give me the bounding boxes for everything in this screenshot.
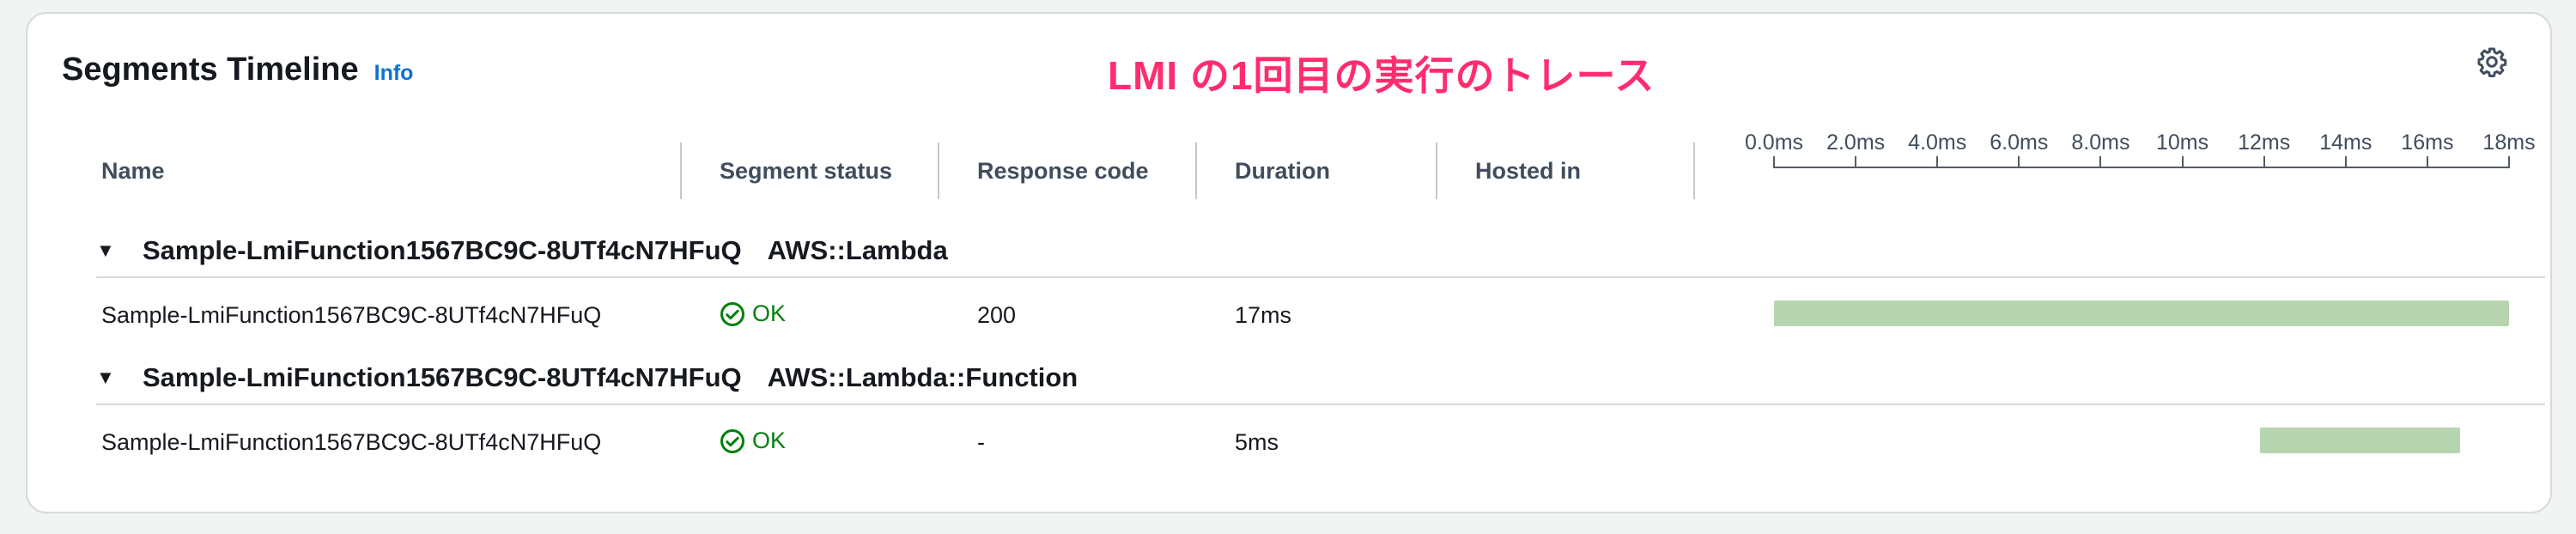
column-header-name[interactable]: Name (101, 158, 165, 185)
segments-timeline-panel: Segments Timeline Info LMI の1回目の実行のトレース … (26, 12, 2552, 513)
timeline-tick (2344, 156, 2347, 168)
timeline-tick-label: 16ms (2401, 130, 2454, 155)
column-divider[interactable] (1693, 143, 1695, 199)
column-divider[interactable] (680, 143, 682, 199)
timeline-tick-label: 8.0ms (2071, 130, 2130, 155)
status-text: OK (752, 300, 787, 326)
column-header-segment-status[interactable]: Segment status (720, 158, 892, 185)
info-link[interactable]: Info (374, 61, 414, 86)
timeline-bar[interactable] (1774, 300, 2509, 326)
timeline-tick-label: 14ms (2319, 130, 2372, 155)
timeline-axis-line (1774, 167, 2509, 168)
timeline-tick (2181, 156, 2184, 168)
check-circle-icon (720, 428, 744, 453)
timeline-tick-label: 4.0ms (1908, 130, 1967, 155)
duration: 17ms (1235, 302, 1292, 328)
timeline-tick-label: 6.0ms (1990, 130, 2049, 155)
response-code: - (977, 429, 985, 455)
group-divider (96, 404, 2545, 405)
panel-title: Segments Timeline (62, 52, 359, 88)
timeline-tick-label: 10ms (2155, 130, 2209, 155)
column-divider[interactable] (1195, 143, 1197, 199)
timeline-tick (1773, 156, 1775, 168)
column-header-response-code[interactable]: Response code (977, 158, 1149, 185)
timeline-bar[interactable] (2259, 428, 2460, 453)
timeline-tick-label: 12ms (2238, 130, 2291, 155)
segment-name[interactable]: Sample-LmiFunction1567BC9C-8UTf4cN7HFuQ (101, 302, 601, 329)
timeline-tick (2018, 156, 2020, 168)
column-divider[interactable] (938, 143, 939, 199)
timeline-tick (2099, 156, 2102, 168)
group-divider (96, 276, 2545, 278)
check-circle-icon (720, 301, 744, 326)
caret-down-icon[interactable]: ▼ (96, 367, 117, 389)
gear-icon (2477, 47, 2507, 77)
segment-status: OK (720, 300, 786, 327)
settings-button[interactable] (2473, 43, 2511, 81)
timeline-tick-label: 18ms (2482, 130, 2536, 155)
duration: 5ms (1235, 429, 1279, 455)
segment-name[interactable]: Sample-LmiFunction1567BC9C-8UTf4cN7HFuQ (101, 429, 601, 456)
timeline-tick (2426, 156, 2428, 168)
annotation-text: LMI の1回目の実行のトレース (1108, 53, 1656, 98)
timeline-tick (2508, 156, 2510, 168)
status-text: OK (752, 428, 787, 453)
segment-status: OK (720, 428, 786, 454)
group-name: Sample-LmiFunction1567BC9C-8UTf4cN7HFuQ (143, 235, 742, 265)
segment-group-header[interactable]: ▼ Sample-LmiFunction1567BC9C-8UTf4cN7HFu… (96, 362, 1078, 393)
timeline-tick (1855, 156, 1857, 168)
group-name: Sample-LmiFunction1567BC9C-8UTf4cN7HFuQ (143, 362, 742, 392)
timeline-tick-label: 2.0ms (1826, 130, 1886, 155)
panel-header: Segments Timeline Info (62, 52, 413, 103)
group-type: AWS::Lambda::Function (767, 362, 1078, 392)
timeline-tick (1936, 156, 1939, 168)
timeline-tick-label: 0.0ms (1744, 130, 1804, 155)
column-header-duration[interactable]: Duration (1235, 158, 1330, 185)
segment-group-header[interactable]: ▼ Sample-LmiFunction1567BC9C-8UTf4cN7HFu… (96, 235, 948, 266)
timeline-tick (2263, 156, 2265, 168)
caret-down-icon[interactable]: ▼ (96, 240, 117, 262)
column-header-hosted-in[interactable]: Hosted in (1475, 158, 1581, 185)
response-code: 200 (977, 302, 1017, 328)
column-divider[interactable] (1436, 143, 1437, 199)
group-type: AWS::Lambda (767, 235, 948, 265)
